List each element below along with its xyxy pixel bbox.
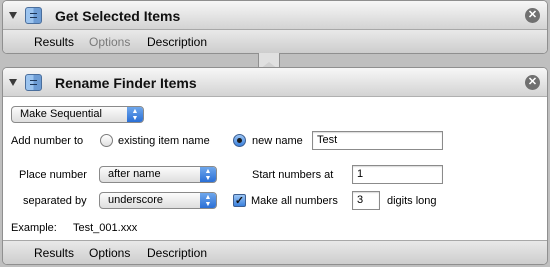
radio-new-label[interactable]: new name bbox=[252, 135, 303, 147]
action-footer: Results Options Description bbox=[3, 29, 547, 53]
place-number-label: Place number bbox=[19, 169, 87, 181]
place-number-popup[interactable]: after name ▲ ▼ bbox=[99, 166, 217, 183]
tab-description[interactable]: Description bbox=[147, 246, 207, 260]
example-label: Example: bbox=[11, 222, 57, 234]
popup-arrows-icon: ▲ ▼ bbox=[200, 193, 216, 208]
close-icon[interactable]: ✕ bbox=[525, 8, 540, 23]
place-number-value: after name bbox=[108, 168, 161, 180]
action-rename-finder-items: Rename Finder Items ✕ Make Sequential ▲ ▼… bbox=[2, 67, 548, 265]
action-titlebar[interactable]: Rename Finder Items ✕ bbox=[3, 68, 547, 97]
action-footer: Results Options Description bbox=[3, 240, 547, 264]
tab-options: Options bbox=[89, 35, 131, 49]
digits-long-label: digits long bbox=[387, 195, 437, 207]
radio-existing-name[interactable] bbox=[100, 134, 113, 147]
popup-arrows-icon: ▲ ▼ bbox=[127, 107, 143, 122]
tab-description[interactable]: Description bbox=[147, 35, 207, 49]
action-get-selected-items: Get Selected Items ✕ Results Options Des… bbox=[2, 0, 548, 54]
radio-existing-label[interactable]: existing item name bbox=[118, 135, 210, 147]
mode-popup[interactable]: Make Sequential ▲ ▼ bbox=[11, 106, 144, 123]
action-titlebar[interactable]: Get Selected Items ✕ bbox=[3, 1, 547, 30]
add-number-label: Add number to bbox=[11, 135, 84, 147]
tab-results[interactable]: Results bbox=[34, 246, 74, 260]
make-all-numbers-checkbox[interactable]: ✓ bbox=[233, 194, 246, 207]
disclosure-triangle-icon[interactable] bbox=[9, 12, 17, 19]
disclosure-triangle-icon[interactable] bbox=[9, 79, 17, 86]
close-icon[interactable]: ✕ bbox=[525, 75, 540, 90]
separated-by-popup[interactable]: underscore ▲ ▼ bbox=[99, 192, 217, 209]
start-numbers-label: Start numbers at bbox=[252, 169, 334, 181]
mode-popup-value: Make Sequential bbox=[20, 108, 102, 120]
start-number-field[interactable]: 1 bbox=[352, 165, 443, 184]
action-options-panel: Make Sequential ▲ ▼ Add number to existin… bbox=[3, 98, 547, 240]
radio-new-name[interactable] bbox=[233, 134, 246, 147]
example-value: Test_001.xxx bbox=[73, 222, 138, 234]
separated-by-label: separated by bbox=[23, 195, 87, 207]
separated-by-value: underscore bbox=[108, 194, 164, 206]
action-title: Rename Finder Items bbox=[55, 75, 197, 91]
finder-icon bbox=[25, 7, 42, 24]
popup-arrows-icon: ▲ ▼ bbox=[200, 167, 216, 182]
tab-results[interactable]: Results bbox=[34, 35, 74, 49]
tab-options[interactable]: Options bbox=[89, 246, 130, 260]
digits-field[interactable]: 3 bbox=[352, 191, 380, 210]
finder-icon bbox=[25, 74, 42, 91]
action-title: Get Selected Items bbox=[55, 8, 181, 24]
make-all-numbers-label[interactable]: Make all numbers bbox=[251, 195, 338, 207]
new-name-field[interactable]: Test bbox=[312, 131, 443, 150]
